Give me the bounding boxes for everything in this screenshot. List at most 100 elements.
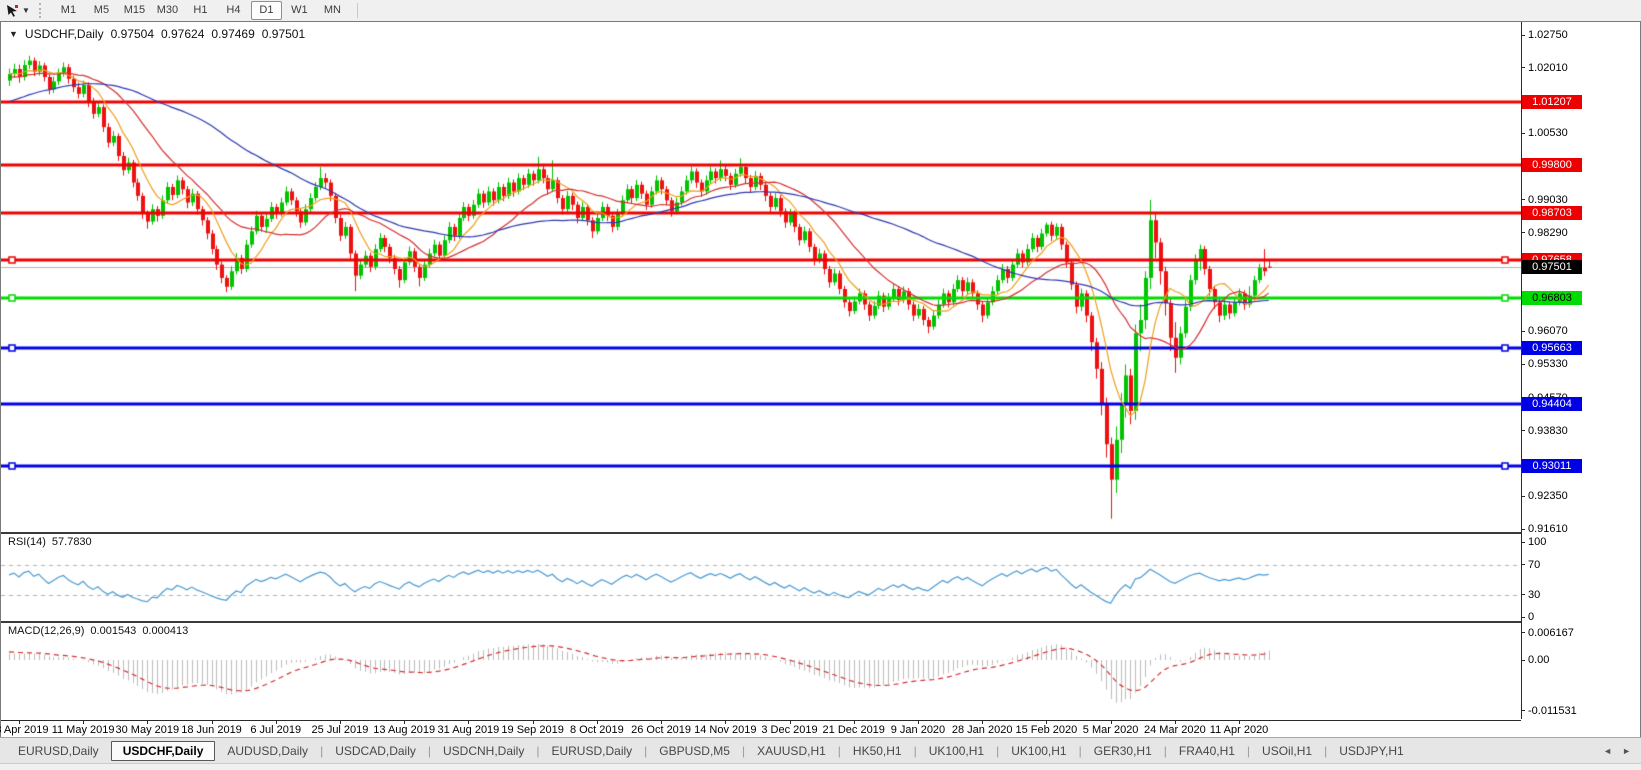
timeframe-button-m1[interactable]: M1 (53, 1, 84, 20)
date-axis-tick (725, 721, 727, 724)
tab-uk100-h1[interactable]: UK100,H1 (917, 742, 996, 760)
chart-symbol-label: USDCHF,Daily (24, 27, 104, 41)
date-axis-label: 6 Jul 2019 (250, 724, 302, 736)
date-axis-tick (18, 721, 20, 724)
price-level-badge: 0.97658 (1522, 252, 1582, 267)
price-axis-label: 1.02010 (1528, 61, 1568, 74)
date-axis-tick (147, 721, 149, 724)
date-axis-label: 19 Sep 2019 (501, 724, 564, 736)
tab-hk50-h1[interactable]: HK50,H1 (841, 742, 914, 760)
date-axis-tick (211, 721, 213, 724)
date-axis-tick (404, 721, 406, 724)
tab-uk100-h1[interactable]: UK100,H1 (999, 742, 1078, 760)
rsi-value: 57.7830 (51, 536, 92, 548)
chart-low-value: 0.97469 (211, 27, 255, 41)
date-axis-label: 21 Dec 2019 (822, 724, 885, 736)
rsi-axis-label: 70 (1528, 558, 1541, 571)
price-level-badge: 0.96803 (1522, 290, 1582, 305)
tab-audusd-daily[interactable]: AUDUSD,Daily (215, 742, 320, 760)
date-axis-label: 9 Jan 2020 (890, 724, 946, 736)
timeframe-button-m30[interactable]: M30 (152, 1, 183, 20)
macd-label: MACD(12,26,9) 0.001543 0.000413 (8, 625, 188, 637)
price-level-badge: 0.93011 (1522, 458, 1582, 473)
tab-usdcnh-daily[interactable]: USDCNH,Daily (431, 742, 536, 760)
macd-name: MACD(12,26,9) (8, 625, 85, 637)
date-axis-label: 15 Feb 2020 (1015, 724, 1078, 736)
main-price-chart-canvas[interactable] (1, 23, 1521, 532)
date-axis-tick (532, 721, 534, 724)
macd-indicator-canvas[interactable] (1, 623, 1521, 720)
price-level-badge: 0.99800 (1522, 157, 1582, 172)
rsi-axis-label: 100 (1528, 536, 1547, 548)
tab-usdchf-daily[interactable]: USDCHF,Daily (110, 741, 216, 761)
cursor-tool-button[interactable]: ▼ (3, 3, 33, 18)
rsi-label: RSI(14) 57.7830 (8, 536, 92, 548)
price-axis-label: 0.95330 (1528, 358, 1568, 371)
price-level-badge: 0.98703 (1522, 206, 1582, 221)
tab-gbpusd-m5[interactable]: GBPUSD,M5 (647, 742, 742, 760)
price-axis-label: 0.98290 (1528, 226, 1568, 239)
mt4-application-window: ▼ M1 M5 M15 M30 H1 H4 D1 W1 MN ▼ USDCHF,Daily 0.… (0, 0, 1641, 770)
tab-usdcad-daily[interactable]: USDCAD,Daily (323, 742, 428, 760)
tab-xauusd-h1[interactable]: XAUUSD,H1 (745, 742, 838, 760)
timeframe-button-w1[interactable]: W1 (284, 1, 315, 20)
price-axis-label: 0.99030 (1528, 193, 1568, 206)
chart-dropdown-icon[interactable]: ▼ (9, 29, 18, 39)
tab-eurusd-daily[interactable]: EURUSD,Daily (6, 742, 111, 760)
tab-usdjpy-h1[interactable]: USDJPY,H1 (1327, 742, 1415, 760)
date-axis-label: 23 Apr 2019 (0, 724, 49, 736)
timeframe-button-m15[interactable]: M15 (119, 1, 150, 20)
price-axis-label: 0.92350 (1528, 490, 1568, 503)
macd-axis-label: -0.011531 (1528, 704, 1577, 717)
chart-title: ▼ USDCHF,Daily 0.97504 0.97624 0.97469 0… (9, 27, 305, 41)
timeframe-button-h4[interactable]: H4 (218, 1, 249, 20)
price-axis-label: 0.94570 (1528, 391, 1568, 404)
tab-scroll-left-icon[interactable]: ◄ (1603, 746, 1612, 756)
tab-eurusd-daily[interactable]: EURUSD,Daily (539, 742, 644, 760)
date-axis-label: 30 May 2019 (115, 724, 180, 736)
macd-signal-value: 0.000413 (142, 625, 189, 637)
price-axis-label: 0.96070 (1528, 325, 1568, 338)
date-axis-label: 26 Oct 2019 (631, 724, 692, 736)
price-level-badge: 0.94404 (1522, 397, 1582, 412)
toolbar-grip-handle[interactable] (38, 3, 45, 18)
date-axis-tick (853, 721, 855, 724)
date-axis-label: 24 Mar 2020 (1143, 724, 1206, 736)
timeframe-button-mn[interactable]: MN (317, 1, 348, 20)
date-axis-tick (661, 721, 663, 724)
rsi-axis-label: 0 (1528, 611, 1535, 623)
price-level-badge: 0.97501 (1522, 259, 1582, 274)
chevron-down-icon: ▼ (22, 6, 30, 15)
timeframe-button-h1[interactable]: H1 (185, 1, 216, 20)
timeframe-button-d1[interactable]: D1 (250, 1, 282, 20)
date-axis[interactable]: 23 Apr 201911 May 201930 May 201918 Jun … (0, 720, 1521, 738)
price-axis-label: 1.00530 (1528, 127, 1568, 140)
tab-ger30-h1[interactable]: GER30,H1 (1082, 742, 1164, 760)
rsi-indicator-canvas[interactable] (1, 534, 1521, 621)
date-axis-tick (1046, 721, 1048, 724)
date-axis-label: 11 Apr 2020 (1209, 724, 1269, 736)
date-axis-tick (1110, 721, 1112, 724)
chart-close-value: 0.97501 (261, 27, 306, 41)
price-level-badge: 1.01207 (1522, 95, 1582, 110)
macd-main-value: 0.001543 (90, 625, 137, 637)
date-axis-tick (1174, 721, 1176, 724)
timeframe-button-m5[interactable]: M5 (86, 1, 117, 20)
date-axis-label: 31 Aug 2019 (437, 724, 500, 736)
price-axis-line (1521, 22, 1522, 719)
chart-open-value: 0.97504 (110, 27, 154, 41)
date-axis-tick (917, 721, 919, 724)
price-axis-label: 0.91610 (1528, 523, 1568, 535)
date-axis-label: 14 Nov 2019 (694, 724, 757, 736)
date-axis-label: 13 Aug 2019 (373, 724, 436, 736)
date-axis-tick (339, 721, 341, 724)
date-axis-tick (1239, 721, 1241, 724)
macd-axis-label: 0.006167 (1528, 626, 1574, 639)
tab-scroll-right-icon[interactable]: ► (1622, 746, 1631, 756)
chart-high-value: 0.97624 (161, 27, 205, 41)
tab-scroll-arrows: ◄ ► (1603, 746, 1631, 756)
cursor-icon (6, 4, 19, 17)
tab-usoil-h1[interactable]: USOil,H1 (1250, 742, 1324, 760)
toolbar-divider (356, 3, 358, 18)
tab-fra40-h1[interactable]: FRA40,H1 (1167, 742, 1247, 760)
